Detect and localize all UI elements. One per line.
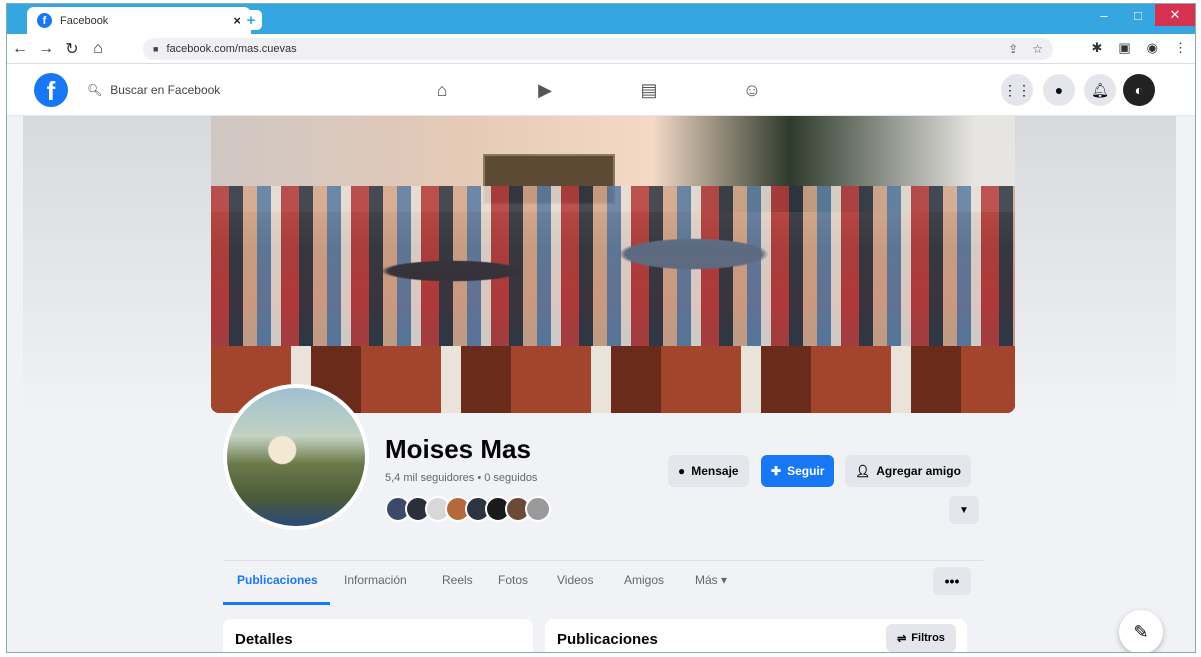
chevron-down-button[interactable]: ▼	[949, 496, 979, 524]
window-controls: – □ ✕	[1087, 4, 1195, 34]
facebook-header: f 🔍︎ Buscar en Facebook ⌂ ▶ ▤ ☺ ⋮⋮ ● 🔔︎ …	[7, 64, 1195, 116]
reload-icon[interactable]: ↻	[59, 39, 85, 59]
follow-icon: ✚	[771, 464, 782, 478]
friend-avatars[interactable]	[385, 496, 551, 522]
profile-avatar[interactable]	[223, 384, 369, 530]
url-text: facebook.com/mas.cuevas	[166, 43, 297, 55]
watch-icon[interactable]: ▶	[531, 76, 559, 104]
account-icon[interactable]: ◐	[1123, 74, 1155, 106]
tab-videos[interactable]: Videos	[557, 573, 593, 587]
browser-window: f Facebook × + – □ ✕ ← → ↻ ⌂ ■ facebook.…	[6, 3, 1196, 653]
facebook-logo-icon[interactable]: f	[34, 73, 68, 107]
lock-icon: ■	[153, 44, 159, 54]
message-button[interactable]: ● Mensaje	[668, 455, 749, 487]
tab-informacion[interactable]: Información	[344, 573, 407, 587]
home-icon[interactable]: ⌂	[428, 76, 456, 104]
posts-title: Publicaciones	[557, 631, 658, 648]
filters-button[interactable]: ⇌ Filtros	[886, 624, 956, 652]
profile-tabs: Publicaciones Información Reels Fotos Vi…	[223, 560, 983, 605]
friend-avatar[interactable]	[525, 496, 551, 522]
browser-menu-icon[interactable]: ⋮	[1174, 40, 1187, 56]
bookmark-star-icon[interactable]: ☆	[1032, 42, 1043, 56]
maximize-button[interactable]: □	[1121, 4, 1155, 26]
forward-icon[interactable]: →	[33, 40, 59, 58]
facebook-favicon-icon: f	[37, 13, 52, 28]
tab-title: Facebook	[60, 14, 109, 27]
cover-photo[interactable]	[211, 116, 1015, 413]
more-options-button[interactable]: •••	[933, 567, 971, 595]
notifications-icon[interactable]: 🔔︎	[1084, 74, 1116, 106]
follow-button-label: Seguir	[787, 464, 825, 478]
back-icon[interactable]: ←	[7, 40, 33, 58]
add-friend-icon: 👤︎	[855, 464, 871, 478]
message-button-label: Mensaje	[691, 464, 739, 478]
menu-grid-icon[interactable]: ⋮⋮	[1001, 74, 1033, 106]
new-message-icon[interactable]: ✎	[1119, 610, 1163, 652]
close-window-button[interactable]: ✕	[1155, 4, 1195, 26]
browser-tab-bar: f Facebook × + – □ ✕	[7, 4, 1195, 34]
sidebar-icon[interactable]: ▣	[1118, 40, 1130, 56]
followers-count[interactable]: 5,4 mil seguidores • 0 seguidos	[385, 472, 537, 484]
groups-icon[interactable]: ☺	[738, 76, 766, 104]
minimize-button[interactable]: –	[1087, 4, 1121, 26]
extensions-icon[interactable]: ✱	[1091, 40, 1102, 56]
search-icon: 🔍︎	[87, 83, 103, 97]
add-friend-button-label: Agregar amigo	[876, 464, 961, 478]
browser-toolbar: ← → ↻ ⌂ ■ facebook.com/mas.cuevas ⇪ ☆ ✱ …	[7, 34, 1195, 64]
tab-reels[interactable]: Reels	[442, 573, 473, 587]
tab-amigos[interactable]: Amigos	[624, 573, 664, 587]
filters-label: Filtros	[911, 632, 945, 644]
browser-tab[interactable]: f Facebook ×	[27, 7, 251, 34]
active-tab-indicator	[223, 602, 330, 605]
home-browser-icon[interactable]: ⌂	[85, 40, 111, 58]
share-icon[interactable]: ⇪	[1008, 42, 1018, 56]
profile-name: Moises Mas	[385, 434, 531, 464]
cover-crowd	[211, 186, 1015, 356]
marketplace-icon[interactable]: ▤	[635, 76, 663, 104]
messenger-small-icon: ●	[678, 464, 686, 478]
add-friend-button[interactable]: 👤︎ Agregar amigo	[845, 455, 971, 487]
cover-area	[23, 116, 1176, 416]
follow-button[interactable]: ✚ Seguir	[761, 455, 835, 487]
filters-icon: ⇌	[897, 632, 907, 645]
messenger-icon[interactable]: ●	[1043, 74, 1075, 106]
details-card: Detalles	[223, 619, 533, 652]
profile-browser-icon[interactable]: ◉	[1147, 40, 1158, 56]
tab-publicaciones[interactable]: Publicaciones	[237, 573, 318, 587]
tab-mas[interactable]: Más ▾	[695, 573, 727, 587]
new-tab-button[interactable]: +	[240, 10, 262, 30]
details-title: Detalles	[235, 631, 293, 648]
search-placeholder: Buscar en Facebook	[110, 83, 221, 97]
search-input[interactable]: 🔍︎ Buscar en Facebook	[77, 74, 259, 106]
tab-fotos[interactable]: Fotos	[498, 573, 528, 587]
address-bar[interactable]: ■ facebook.com/mas.cuevas ⇪ ☆	[143, 38, 1053, 60]
